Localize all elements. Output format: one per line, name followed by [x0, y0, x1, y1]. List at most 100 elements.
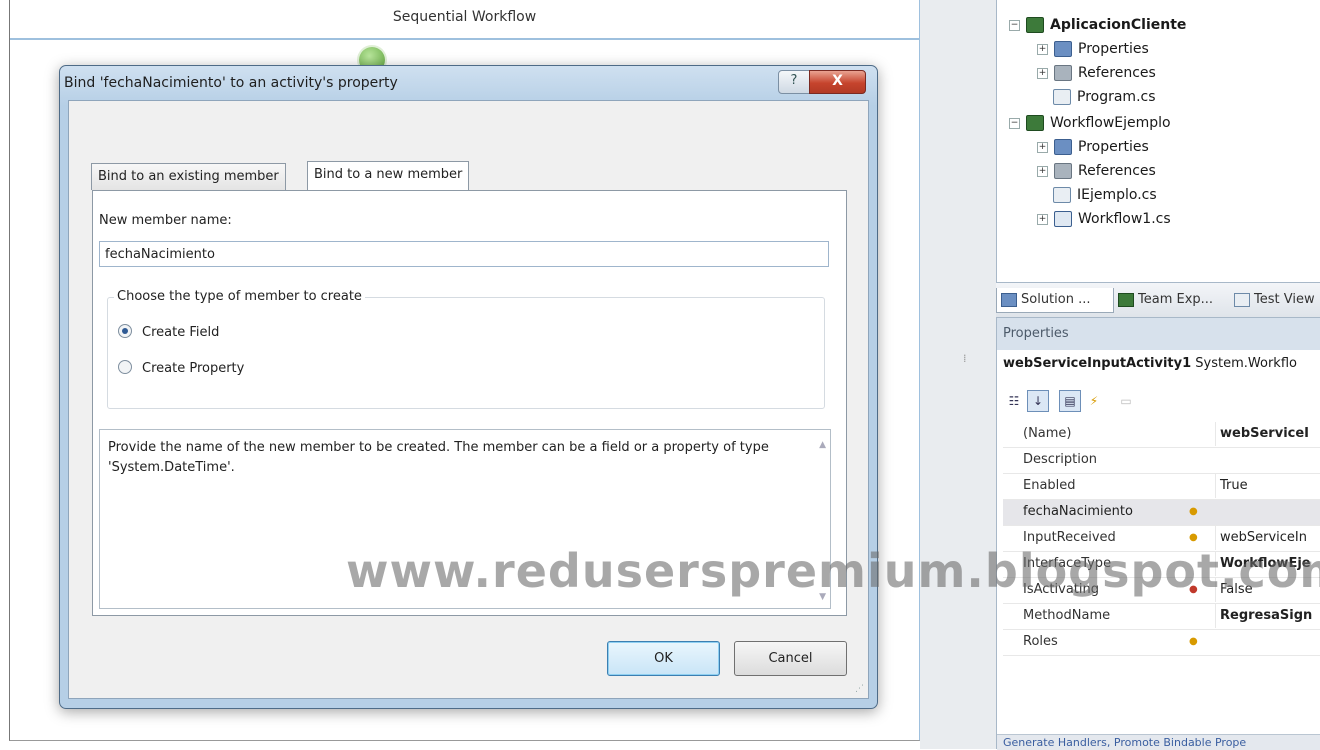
create-property-radio[interactable] [118, 360, 132, 374]
tab-solution-explorer[interactable]: Solution ... [996, 288, 1114, 313]
expand-icon[interactable]: + [1037, 141, 1048, 153]
tab-label: Solution ... [1021, 292, 1091, 307]
scroll-down-icon[interactable]: ▼ [819, 592, 826, 602]
tree-item-workflow1-cs[interactable]: + Workflow1.cs [1037, 208, 1171, 230]
tree-item-label: AplicacionCliente [1050, 17, 1187, 33]
property-row[interactable]: MethodName RegresaSign [1003, 604, 1320, 630]
property-row[interactable]: IsActivating ● False [1003, 578, 1320, 604]
tab-label: Team Exp... [1138, 292, 1214, 307]
property-row-selected[interactable]: fechaNacimiento ● [1003, 500, 1320, 526]
test-view-icon [1234, 292, 1250, 307]
cancel-button[interactable]: Cancel [734, 641, 847, 676]
tree-item-label: Program.cs [1077, 89, 1156, 105]
create-field-radio[interactable] [118, 324, 132, 338]
tree-item-label: Workflow1.cs [1078, 211, 1171, 227]
create-property-option[interactable]: Create Property [118, 360, 244, 376]
solution-explorer: − AplicacionCliente + Properties + Referenc… [996, 0, 1320, 282]
property-name: IsActivating [1023, 582, 1099, 597]
property-row[interactable]: (Name) webServiceI [1003, 422, 1320, 448]
properties-folder-icon [1054, 139, 1072, 155]
property-value[interactable]: True [1215, 474, 1248, 498]
tab-panel-new-member: New member name: Choose the type of memb… [92, 190, 847, 616]
object-name: webServiceInputActivity1 [1003, 356, 1192, 371]
splitter-grip-icon[interactable]: ⁞ [963, 352, 967, 365]
events-lightning-icon[interactable]: ⚡ [1083, 390, 1105, 412]
tab-bind-existing-member[interactable]: Bind to an existing member [91, 163, 286, 190]
csharp-project-icon [1026, 115, 1044, 131]
cs-file-icon [1053, 89, 1071, 105]
property-name: Description [1023, 452, 1098, 467]
property-row[interactable]: InterfaceType WorkflowEje [1003, 552, 1320, 578]
create-property-label: Create Property [142, 361, 245, 376]
collapse-icon[interactable]: − [1009, 117, 1020, 129]
property-value[interactable]: False [1215, 578, 1253, 602]
bind-indicator-icon: ● [1189, 584, 1198, 595]
tree-item-label: IEjemplo.cs [1077, 187, 1157, 203]
tree-item-properties[interactable]: + Properties [1037, 136, 1149, 158]
team-explorer-icon [1118, 292, 1134, 307]
tree-item-label: WorkflowEjemplo [1050, 115, 1171, 131]
tree-item-label: Properties [1078, 41, 1149, 57]
object-selector[interactable]: webServiceInputActivity1 System.Workflo [1003, 356, 1297, 371]
tree-item-aplicacioncliente[interactable]: − AplicacionCliente [1009, 14, 1186, 36]
close-button[interactable]: X [809, 70, 866, 94]
ok-button[interactable]: OK [607, 641, 720, 676]
properties-commands-link[interactable]: Generate Handlers, Promote Bindable Prop… [997, 734, 1320, 750]
property-name: InterfaceType [1023, 556, 1112, 571]
scroll-up-icon[interactable]: ▲ [819, 440, 826, 450]
tree-item-label: References [1078, 163, 1156, 179]
member-type-legend: Choose the type of member to create [114, 289, 365, 304]
close-icon: X [832, 73, 843, 89]
property-row[interactable]: Roles ● [1003, 630, 1320, 656]
property-value[interactable]: WorkflowEje [1215, 552, 1311, 576]
description-box: Provide the name of the new member to be… [99, 429, 831, 609]
properties-toolbar: ☷ ↓ ▤ ⚡ ▭ [1003, 388, 1320, 414]
resize-grip-icon[interactable]: ⋰ [855, 684, 864, 694]
property-row[interactable]: InputReceived ● webServiceIn [1003, 526, 1320, 552]
categorized-icon[interactable]: ☷ [1003, 390, 1025, 412]
tree-item-references[interactable]: + References [1037, 62, 1156, 84]
object-type: System.Workflo [1195, 356, 1297, 371]
create-field-option[interactable]: Create Field [118, 324, 219, 340]
expand-icon[interactable]: + [1037, 67, 1048, 79]
property-name: fechaNacimiento [1023, 504, 1133, 519]
alphabetical-icon[interactable]: ↓ [1027, 390, 1049, 412]
collapse-icon[interactable]: − [1009, 19, 1020, 31]
tree-item-label: Properties [1078, 139, 1149, 155]
tab-bind-new-member[interactable]: Bind to a new member [307, 161, 470, 190]
properties-view-icon[interactable]: ▤ [1059, 390, 1081, 412]
property-value[interactable]: webServiceI [1215, 422, 1309, 446]
help-icon: ? [790, 73, 798, 88]
tree-item-iejemplo-cs[interactable]: IEjemplo.cs [1053, 184, 1157, 206]
expand-icon[interactable]: + [1037, 43, 1048, 55]
references-icon [1054, 65, 1072, 81]
property-value[interactable]: RegresaSign [1215, 604, 1312, 628]
tree-item-workflowejemplo[interactable]: − WorkflowEjemplo [1009, 112, 1171, 134]
expand-icon[interactable]: + [1037, 165, 1048, 177]
tree-item-properties[interactable]: + Properties [1037, 38, 1149, 60]
new-member-name-label: New member name: [99, 213, 232, 228]
bind-dialog: Bind 'fechaNacimiento' to an activity's … [59, 65, 878, 709]
property-row[interactable]: Description [1003, 448, 1320, 474]
property-pages-icon[interactable]: ▭ [1115, 390, 1137, 412]
tree-item-program-cs[interactable]: Program.cs [1053, 86, 1156, 108]
property-grid: (Name) webServiceI Description Enabled T… [1003, 422, 1320, 656]
expand-icon[interactable]: + [1037, 213, 1048, 225]
property-row[interactable]: Enabled True [1003, 474, 1320, 500]
tab-team-explorer[interactable]: Team Exp... [1114, 288, 1228, 312]
property-name: Enabled [1023, 478, 1076, 493]
property-name: (Name) [1023, 426, 1072, 441]
tree-item-label: References [1078, 65, 1156, 81]
tab-test-view[interactable]: Test View [1230, 288, 1320, 312]
properties-folder-icon [1054, 41, 1072, 57]
create-field-label: Create Field [142, 325, 220, 340]
pane-splitter[interactable]: ⁞ [920, 0, 996, 749]
new-member-name-input[interactable] [99, 241, 829, 267]
property-value[interactable]: webServiceIn [1215, 526, 1307, 550]
property-name: MethodName [1023, 608, 1111, 623]
properties-pane: Properties webServiceInputActivity1 Syst… [996, 318, 1320, 750]
workflow-file-icon [1054, 211, 1072, 227]
tree-item-references[interactable]: + References [1037, 160, 1156, 182]
help-button[interactable]: ? [778, 70, 810, 94]
bind-indicator-icon: ● [1189, 506, 1198, 517]
